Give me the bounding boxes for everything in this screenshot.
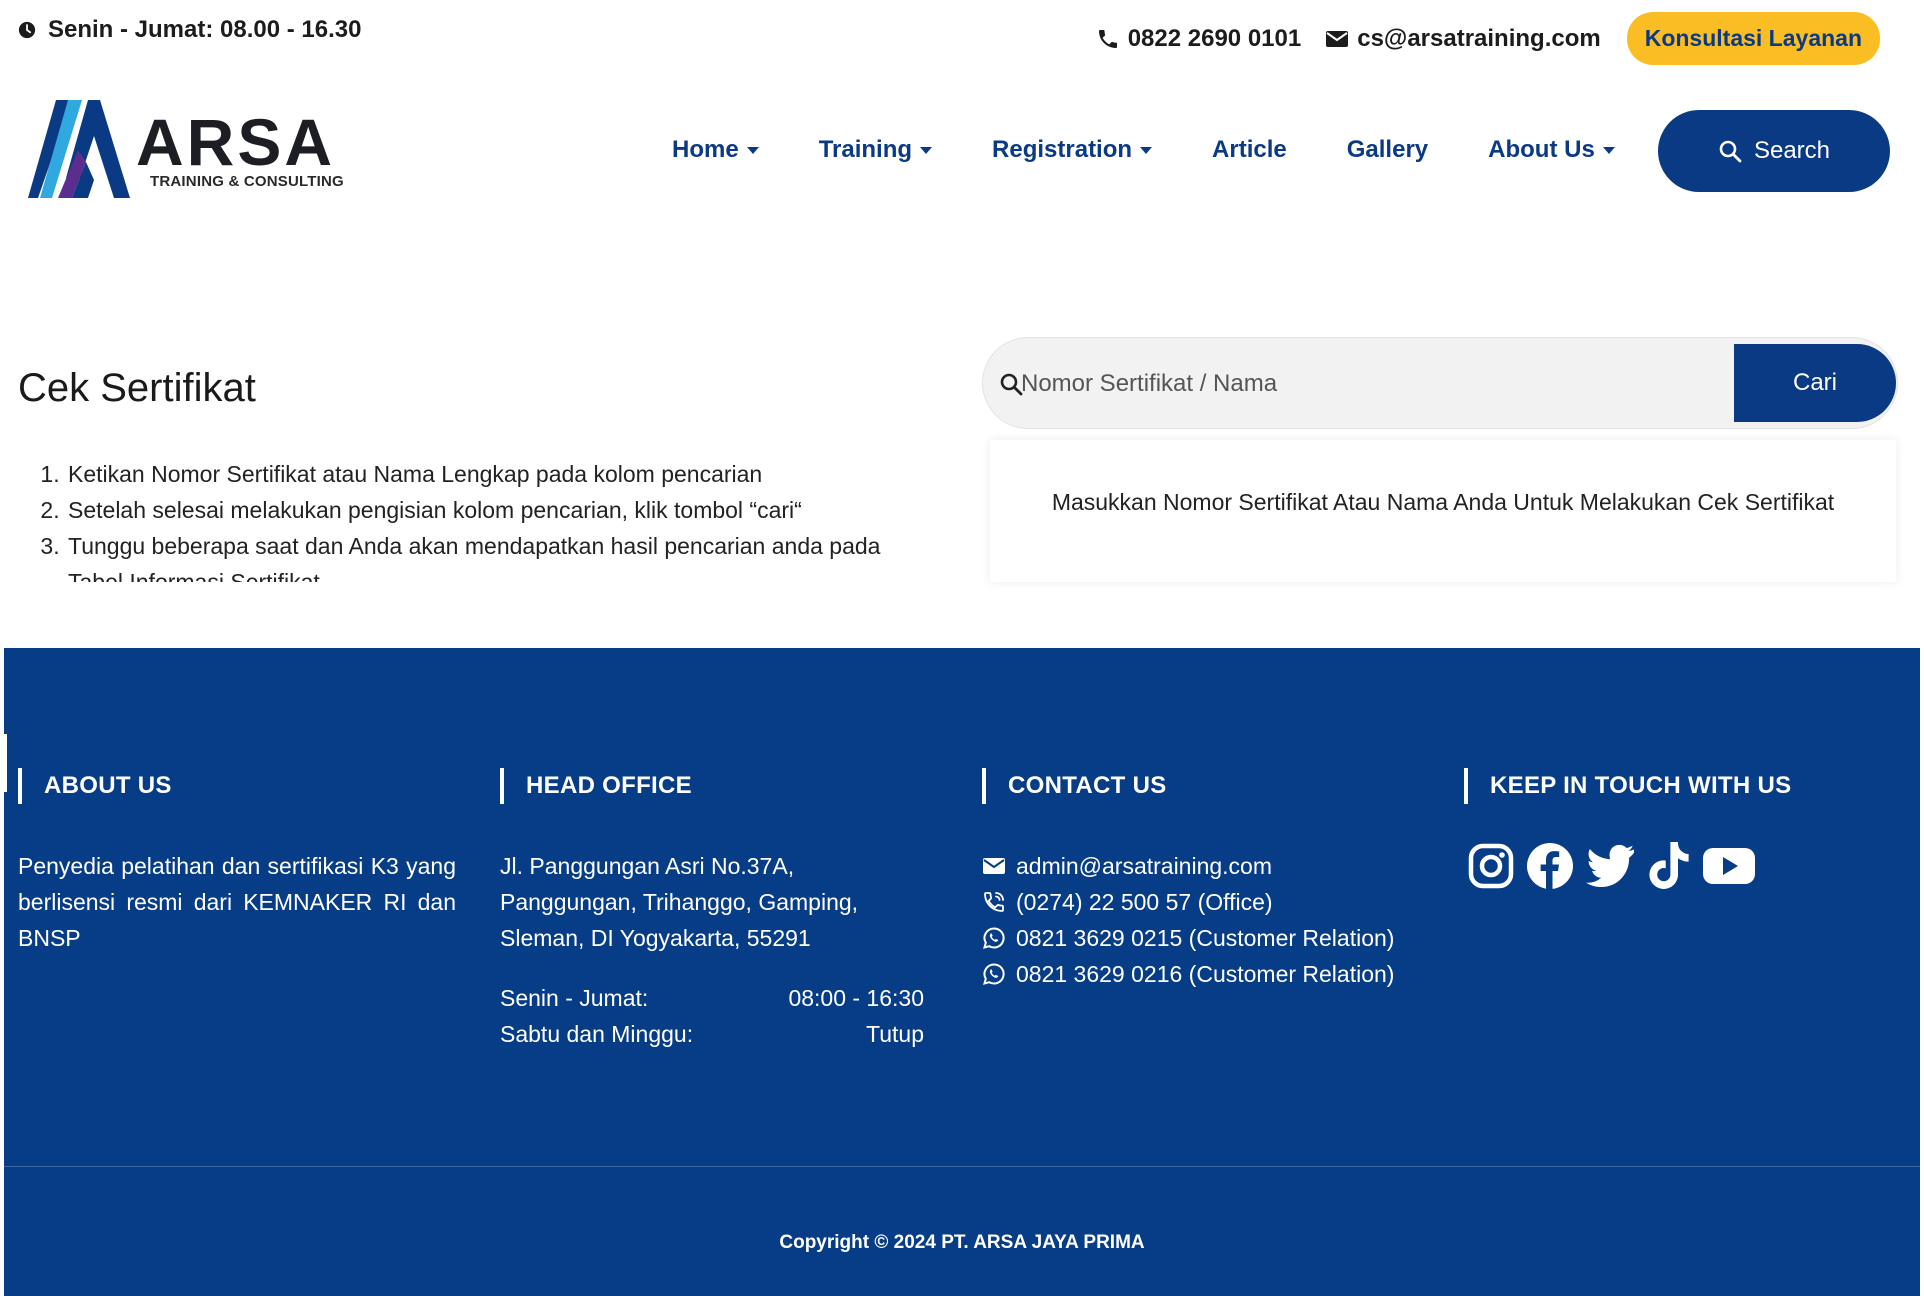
clock-icon <box>18 21 36 39</box>
tiktok-icon[interactable] <box>1648 842 1690 890</box>
instagram-icon[interactable] <box>1468 843 1514 889</box>
title-accent-bar <box>1464 768 1468 804</box>
footer-social-title: KEEP IN TOUCH WITH US <box>1490 772 1792 799</box>
contact-whatsapp-link[interactable]: 0821 3629 0216 (Customer Relation) <box>982 956 1422 992</box>
nav-gallery-label: Gallery <box>1346 136 1429 163</box>
topbar-email-text: cs@arsatraining.com <box>1357 24 1601 52</box>
whatsapp-icon <box>982 962 1006 986</box>
nav-training[interactable]: Training <box>818 136 933 164</box>
footer-contact-title: CONTACT US <box>1008 772 1167 799</box>
facebook-icon[interactable] <box>1526 842 1574 890</box>
top-bar: Senin - Jumat: 08.00 - 16.30 0822 2690 0… <box>0 0 1924 72</box>
contact-text: 0821 3629 0216 (Customer Relation) <box>1016 961 1395 987</box>
konsultasi-layanan-button[interactable]: Konsultasi Layanan <box>1626 12 1880 65</box>
certificate-search-input[interactable] <box>1019 360 1699 408</box>
contact-office-phone-link[interactable]: (0274) 22 500 57 (Office) <box>982 884 1422 920</box>
whatsapp-icon <box>982 926 1006 950</box>
phone-icon <box>1096 27 1120 51</box>
instruction-step: Tunggu beberapa saat dan Anda akan menda… <box>66 528 938 582</box>
footer-contact-column: CONTACT US admin@arsatraining.com (0274)… <box>982 768 1422 992</box>
nav-registration-label: Registration <box>992 136 1133 163</box>
logo-tagline: TRAINING & CONSULTING <box>150 172 344 190</box>
office-hours-table: Senin - Jumat: 08:00 - 16:30 Sabtu dan M… <box>500 980 940 1052</box>
envelope-icon <box>1325 29 1349 49</box>
logo-name: ARSA <box>136 104 336 179</box>
nav-home[interactable]: Home <box>672 136 759 164</box>
nav-article-label: Article <box>1212 136 1287 163</box>
phone-volume-icon <box>982 890 1006 914</box>
nav-training-label: Training <box>818 136 913 163</box>
hours-time: 08:00 - 16:30 <box>788 985 924 1011</box>
hours-row: Senin - Jumat: 08:00 - 16:30 <box>500 980 924 1016</box>
footer-divider <box>4 1166 1920 1167</box>
caret-down-icon <box>920 146 933 154</box>
caret-down-icon <box>1140 146 1153 154</box>
footer-about-text: Penyedia pelatihan dan sertifikasi K3 ya… <box>18 853 456 951</box>
address-line: Panggungan, Trihanggo, Gamping, <box>500 889 859 915</box>
header-search-label: Search <box>1753 137 1831 164</box>
contact-email-link[interactable]: admin@arsatraining.com <box>982 848 1422 884</box>
result-card: Masukkan Nomor Sertifikat Atau Nama Anda… <box>990 440 1896 582</box>
instruction-step: Setelah selesai melakukan pengisian kolo… <box>66 492 938 528</box>
footer-about-column: ABOUT US Penyedia pelatihan dan sertifik… <box>18 768 458 956</box>
hours-row: Sabtu dan Minggu: Tutup <box>500 1016 924 1052</box>
hours-time: Tutup <box>866 1021 924 1047</box>
contact-text: (0274) 22 500 57 (Office) <box>1016 889 1273 915</box>
footer-edge-divider <box>4 734 7 792</box>
youtube-icon[interactable] <box>1702 846 1756 886</box>
arsa-logo[interactable]: ARSA TRAINING & CONSULTING <box>28 100 344 200</box>
footer-about-title: ABOUT US <box>44 772 172 799</box>
envelope-icon <box>982 856 1006 876</box>
instruction-step: Ketikan Nomor Sertifikat atau Nama Lengk… <box>66 456 938 492</box>
address-line: Sleman, DI Yogyakarta, 55291 <box>500 925 811 951</box>
page-title: Cek Sertifikat <box>18 366 256 410</box>
office-hours-text: Senin - Jumat: 08.00 - 16.30 <box>48 16 362 43</box>
title-accent-bar <box>18 768 22 804</box>
instruction-steps: Ketikan Nomor Sertifikat atau Nama Lengk… <box>18 456 938 582</box>
office-hours: Senin - Jumat: 08.00 - 16.30 <box>18 16 361 44</box>
nav-registration[interactable]: Registration <box>992 136 1153 164</box>
topbar-phone-text: 0822 2690 0101 <box>1127 24 1302 52</box>
search-icon <box>1718 139 1742 163</box>
hours-day: Sabtu dan Minggu: <box>500 1021 694 1047</box>
header-search-button[interactable]: Search <box>1658 110 1890 192</box>
caret-down-icon <box>746 146 759 154</box>
twitter-icon[interactable] <box>1586 844 1636 888</box>
nav-article[interactable]: Article <box>1212 136 1287 164</box>
result-message: Masukkan Nomor Sertifikat Atau Nama Anda… <box>1051 489 1835 515</box>
cari-button[interactable]: Cari <box>1734 344 1896 422</box>
copyright-text: Copyright © 2024 PT. ARSA JAYA PRIMA <box>779 1232 1145 1253</box>
nav-gallery[interactable]: Gallery <box>1347 136 1428 164</box>
address-line: Jl. Panggungan Asri No.37A, <box>500 853 795 879</box>
contact-whatsapp-link[interactable]: 0821 3629 0215 (Customer Relation) <box>982 920 1422 956</box>
nav-about-us-label: About Us <box>1488 136 1595 163</box>
footer-head-office-title: HEAD OFFICE <box>526 772 692 799</box>
site-header: ARSA TRAINING & CONSULTING Home Training… <box>0 86 1924 216</box>
footer-social-column: KEEP IN TOUCH WITH US <box>1464 768 1904 890</box>
contact-text: admin@arsatraining.com <box>1016 853 1273 879</box>
hours-day: Senin - Jumat: <box>500 985 649 1011</box>
topbar-email-link[interactable]: cs@arsatraining.com <box>1325 25 1601 53</box>
title-accent-bar <box>500 768 504 804</box>
arsa-logo-mark-icon <box>28 100 130 200</box>
site-footer: ABOUT US Penyedia pelatihan dan sertifik… <box>4 648 1920 1296</box>
caret-down-icon <box>1602 146 1615 154</box>
topbar-phone-link[interactable]: 0822 2690 0101 <box>1096 24 1302 53</box>
footer-head-office-column: HEAD OFFICE Jl. Panggungan Asri No.37A, … <box>500 768 940 1052</box>
nav-about-us[interactable]: About Us <box>1488 136 1615 164</box>
contact-text: 0821 3629 0215 (Customer Relation) <box>1016 925 1395 951</box>
nav-home-label: Home <box>672 136 739 163</box>
title-accent-bar <box>982 768 986 804</box>
main-nav: Home Training Registration Article Galle… <box>672 136 1675 164</box>
